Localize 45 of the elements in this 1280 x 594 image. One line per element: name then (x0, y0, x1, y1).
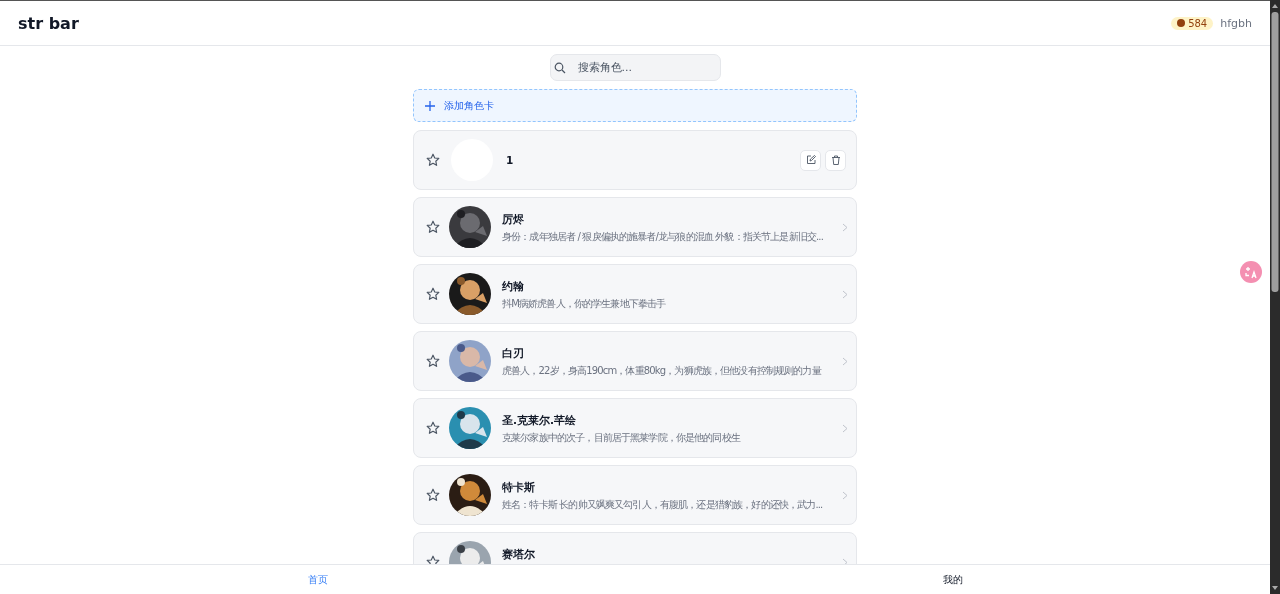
character-description: 克莱尔家族中的次子，目前居于黑莱学院，你是他的同校生 (502, 431, 742, 445)
chevron-right-icon (842, 289, 848, 299)
character-name: 赛塔尔 (502, 548, 536, 562)
star-icon[interactable] (426, 153, 440, 167)
star-icon[interactable] (426, 220, 440, 234)
trash-icon (830, 155, 841, 165)
star-icon[interactable] (426, 287, 440, 301)
character-description: 身份：成年独居者 / 狠戾偏执的施暴者/龙与狼的混血 外貌：指关节上是新旧交... (502, 230, 824, 244)
character-card[interactable]: 约翰 抖M病娇虎兽人，你的学生兼地下拳击手 (413, 264, 857, 324)
character-name: 1 (506, 154, 515, 166)
coin-balance: 584 (1171, 16, 1214, 30)
star-icon[interactable] (426, 488, 440, 502)
chevron-right-icon (842, 222, 848, 232)
character-name: 圣.克莱尔.芊绘 (502, 414, 577, 428)
character-description: 虎兽人，22岁，身高190cm，体重80kg，为狮虎族，但他没有控制规则的力量 (502, 364, 823, 378)
delete-button[interactable] (825, 149, 846, 171)
character-card[interactable]: 圣.克莱尔.芊绘 克莱尔家族中的次子，目前居于黑莱学院，你是他的同校生 (413, 398, 857, 458)
character-name: 厉烬 (502, 213, 525, 227)
translate-icon (1244, 265, 1258, 279)
star-icon[interactable] (426, 421, 440, 435)
edit-button[interactable] (800, 149, 821, 171)
search-field[interactable]: 搜索角色... (549, 54, 721, 81)
add-card-button[interactable]: 添加角色卡 (413, 89, 857, 122)
star-icon[interactable] (426, 354, 440, 368)
character-description: 姓名：特卡斯 长的帅又飒爽又勾引人，有腹肌，还是猎豹族，好的还快，武力... (502, 498, 824, 512)
character-name: 特卡斯 (502, 481, 536, 495)
character-description: 抖M病娇虎兽人，你的学生兼地下拳击手 (502, 297, 667, 311)
scrollbar[interactable] (1270, 0, 1280, 594)
edit-icon (805, 155, 816, 165)
chevron-right-icon (842, 356, 848, 366)
app-title: str bar (18, 13, 79, 33)
plus-icon (425, 100, 435, 111)
chevron-right-icon (842, 423, 848, 433)
character-name: 约翰 (502, 280, 525, 294)
username: hfgbh (1220, 16, 1252, 30)
nav-tab[interactable]: 我的 (942, 572, 963, 587)
character-card[interactable]: 1 (413, 130, 857, 190)
chevron-right-icon (842, 557, 848, 564)
character-name: 白刃 (502, 347, 525, 361)
character-card[interactable]: 白刃 虎兽人，22岁，身高190cm，体重80kg，为狮虎族，但他没有控制规则的力量 (413, 331, 857, 391)
character-card[interactable]: 厉烬 身份：成年独居者 / 狠戾偏执的施暴者/龙与狼的混血 外貌：指关节上是新旧交... (413, 197, 857, 257)
nav-tab[interactable]: 首页 (307, 572, 328, 587)
chevron-right-icon (842, 490, 848, 500)
character-card[interactable]: 赛塔尔 (413, 532, 857, 564)
character-card[interactable]: 特卡斯 姓名：特卡斯 长的帅又飒爽又勾引人，有腹肌，还是猎豹族，好的还快，武力... (413, 465, 857, 525)
